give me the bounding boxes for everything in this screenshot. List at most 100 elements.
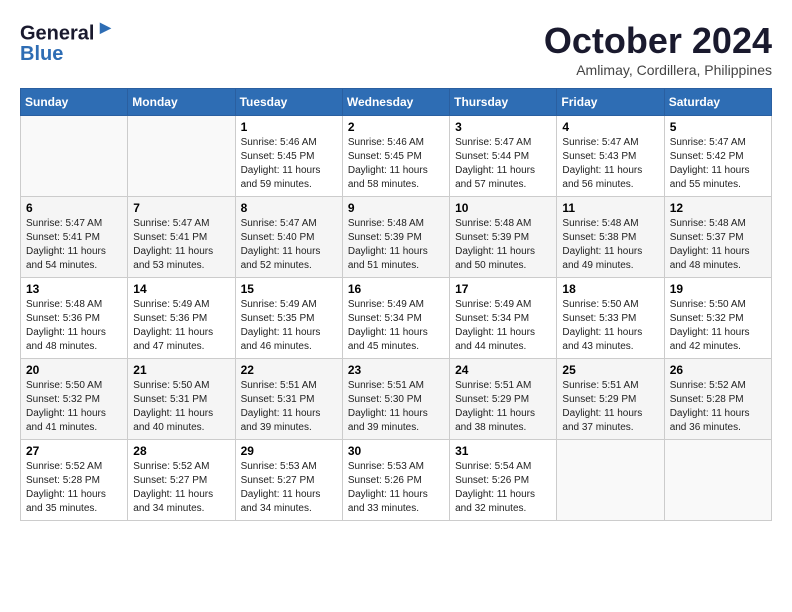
- calendar-cell: 7 Sunrise: 5:47 AMSunset: 5:41 PMDayligh…: [128, 197, 235, 278]
- day-number: 7: [133, 201, 229, 215]
- day-info: Sunrise: 5:52 AMSunset: 5:28 PMDaylight:…: [26, 460, 122, 516]
- day-info: Sunrise: 5:48 AMSunset: 5:38 PMDaylight:…: [562, 217, 658, 273]
- col-header-monday: Monday: [128, 89, 235, 116]
- location: Amlimay, Cordillera, Philippines: [544, 62, 772, 78]
- day-info: Sunrise: 5:53 AMSunset: 5:27 PMDaylight:…: [241, 460, 337, 516]
- day-info: Sunrise: 5:46 AMSunset: 5:45 PMDaylight:…: [241, 136, 337, 192]
- day-info: Sunrise: 5:50 AMSunset: 5:32 PMDaylight:…: [670, 298, 766, 354]
- calendar-cell: 30 Sunrise: 5:53 AMSunset: 5:26 PMDaylig…: [342, 440, 449, 521]
- day-number: 25: [562, 363, 658, 377]
- logo-blue: Blue: [20, 44, 63, 64]
- day-info: Sunrise: 5:47 AMSunset: 5:41 PMDaylight:…: [133, 217, 229, 273]
- day-number: 10: [455, 201, 551, 215]
- day-number: 22: [241, 363, 337, 377]
- col-header-wednesday: Wednesday: [342, 89, 449, 116]
- calendar-cell: [21, 116, 128, 197]
- day-number: 13: [26, 282, 122, 296]
- day-info: Sunrise: 5:50 AMSunset: 5:33 PMDaylight:…: [562, 298, 658, 354]
- day-info: Sunrise: 5:48 AMSunset: 5:36 PMDaylight:…: [26, 298, 122, 354]
- calendar-week-5: 27 Sunrise: 5:52 AMSunset: 5:28 PMDaylig…: [21, 440, 772, 521]
- day-number: 16: [348, 282, 444, 296]
- calendar-cell: [128, 116, 235, 197]
- day-info: Sunrise: 5:49 AMSunset: 5:34 PMDaylight:…: [455, 298, 551, 354]
- calendar-cell: 14 Sunrise: 5:49 AMSunset: 5:36 PMDaylig…: [128, 278, 235, 359]
- day-number: 27: [26, 444, 122, 458]
- day-number: 24: [455, 363, 551, 377]
- day-info: Sunrise: 5:46 AMSunset: 5:45 PMDaylight:…: [348, 136, 444, 192]
- day-info: Sunrise: 5:53 AMSunset: 5:26 PMDaylight:…: [348, 460, 444, 516]
- calendar-cell: 9 Sunrise: 5:48 AMSunset: 5:39 PMDayligh…: [342, 197, 449, 278]
- title-area: October 2024 Amlimay, Cordillera, Philip…: [544, 20, 772, 78]
- calendar-cell: 21 Sunrise: 5:50 AMSunset: 5:31 PMDaylig…: [128, 359, 235, 440]
- day-number: 30: [348, 444, 444, 458]
- calendar-cell: 10 Sunrise: 5:48 AMSunset: 5:39 PMDaylig…: [450, 197, 557, 278]
- day-number: 14: [133, 282, 229, 296]
- day-info: Sunrise: 5:52 AMSunset: 5:27 PMDaylight:…: [133, 460, 229, 516]
- calendar-cell: 29 Sunrise: 5:53 AMSunset: 5:27 PMDaylig…: [235, 440, 342, 521]
- day-number: 12: [670, 201, 766, 215]
- day-number: 18: [562, 282, 658, 296]
- day-info: Sunrise: 5:47 AMSunset: 5:41 PMDaylight:…: [26, 217, 122, 273]
- calendar-cell: 27 Sunrise: 5:52 AMSunset: 5:28 PMDaylig…: [21, 440, 128, 521]
- day-info: Sunrise: 5:51 AMSunset: 5:30 PMDaylight:…: [348, 379, 444, 435]
- day-number: 29: [241, 444, 337, 458]
- day-info: Sunrise: 5:49 AMSunset: 5:36 PMDaylight:…: [133, 298, 229, 354]
- calendar-cell: 4 Sunrise: 5:47 AMSunset: 5:43 PMDayligh…: [557, 116, 664, 197]
- day-number: 17: [455, 282, 551, 296]
- calendar-cell: [557, 440, 664, 521]
- calendar-cell: 17 Sunrise: 5:49 AMSunset: 5:34 PMDaylig…: [450, 278, 557, 359]
- day-number: 15: [241, 282, 337, 296]
- calendar-cell: 6 Sunrise: 5:47 AMSunset: 5:41 PMDayligh…: [21, 197, 128, 278]
- calendar-cell: 12 Sunrise: 5:48 AMSunset: 5:37 PMDaylig…: [664, 197, 771, 278]
- day-number: 5: [670, 120, 766, 134]
- day-info: Sunrise: 5:47 AMSunset: 5:43 PMDaylight:…: [562, 136, 658, 192]
- calendar-cell: 15 Sunrise: 5:49 AMSunset: 5:35 PMDaylig…: [235, 278, 342, 359]
- calendar-cell: 24 Sunrise: 5:51 AMSunset: 5:29 PMDaylig…: [450, 359, 557, 440]
- calendar-cell: 20 Sunrise: 5:50 AMSunset: 5:32 PMDaylig…: [21, 359, 128, 440]
- day-info: Sunrise: 5:52 AMSunset: 5:28 PMDaylight:…: [670, 379, 766, 435]
- calendar-cell: 3 Sunrise: 5:47 AMSunset: 5:44 PMDayligh…: [450, 116, 557, 197]
- day-info: Sunrise: 5:48 AMSunset: 5:39 PMDaylight:…: [348, 217, 444, 273]
- month-title: October 2024: [544, 20, 772, 62]
- col-header-friday: Friday: [557, 89, 664, 116]
- day-number: 21: [133, 363, 229, 377]
- calendar-week-2: 6 Sunrise: 5:47 AMSunset: 5:41 PMDayligh…: [21, 197, 772, 278]
- day-info: Sunrise: 5:50 AMSunset: 5:32 PMDaylight:…: [26, 379, 122, 435]
- col-header-thursday: Thursday: [450, 89, 557, 116]
- day-info: Sunrise: 5:47 AMSunset: 5:40 PMDaylight:…: [241, 217, 337, 273]
- day-info: Sunrise: 5:47 AMSunset: 5:44 PMDaylight:…: [455, 136, 551, 192]
- calendar-cell: [664, 440, 771, 521]
- day-info: Sunrise: 5:51 AMSunset: 5:31 PMDaylight:…: [241, 379, 337, 435]
- calendar-cell: 8 Sunrise: 5:47 AMSunset: 5:40 PMDayligh…: [235, 197, 342, 278]
- calendar-cell: 19 Sunrise: 5:50 AMSunset: 5:32 PMDaylig…: [664, 278, 771, 359]
- logo: General ▶ Blue: [20, 20, 111, 64]
- day-info: Sunrise: 5:48 AMSunset: 5:37 PMDaylight:…: [670, 217, 766, 273]
- day-number: 28: [133, 444, 229, 458]
- calendar-cell: 23 Sunrise: 5:51 AMSunset: 5:30 PMDaylig…: [342, 359, 449, 440]
- day-number: 20: [26, 363, 122, 377]
- col-header-tuesday: Tuesday: [235, 89, 342, 116]
- day-number: 1: [241, 120, 337, 134]
- col-header-sunday: Sunday: [21, 89, 128, 116]
- day-number: 8: [241, 201, 337, 215]
- calendar-week-1: 1 Sunrise: 5:46 AMSunset: 5:45 PMDayligh…: [21, 116, 772, 197]
- day-info: Sunrise: 5:54 AMSunset: 5:26 PMDaylight:…: [455, 460, 551, 516]
- day-info: Sunrise: 5:50 AMSunset: 5:31 PMDaylight:…: [133, 379, 229, 435]
- day-number: 2: [348, 120, 444, 134]
- page-header: General ▶ Blue October 2024 Amlimay, Cor…: [20, 20, 772, 78]
- calendar-cell: 22 Sunrise: 5:51 AMSunset: 5:31 PMDaylig…: [235, 359, 342, 440]
- day-info: Sunrise: 5:49 AMSunset: 5:35 PMDaylight:…: [241, 298, 337, 354]
- calendar-cell: 26 Sunrise: 5:52 AMSunset: 5:28 PMDaylig…: [664, 359, 771, 440]
- calendar-cell: 31 Sunrise: 5:54 AMSunset: 5:26 PMDaylig…: [450, 440, 557, 521]
- day-info: Sunrise: 5:51 AMSunset: 5:29 PMDaylight:…: [562, 379, 658, 435]
- day-number: 4: [562, 120, 658, 134]
- calendar-cell: 5 Sunrise: 5:47 AMSunset: 5:42 PMDayligh…: [664, 116, 771, 197]
- day-info: Sunrise: 5:49 AMSunset: 5:34 PMDaylight:…: [348, 298, 444, 354]
- day-info: Sunrise: 5:48 AMSunset: 5:39 PMDaylight:…: [455, 217, 551, 273]
- calendar-cell: 1 Sunrise: 5:46 AMSunset: 5:45 PMDayligh…: [235, 116, 342, 197]
- day-number: 26: [670, 363, 766, 377]
- calendar-header: SundayMondayTuesdayWednesdayThursdayFrid…: [21, 89, 772, 116]
- day-number: 9: [348, 201, 444, 215]
- day-number: 11: [562, 201, 658, 215]
- day-number: 3: [455, 120, 551, 134]
